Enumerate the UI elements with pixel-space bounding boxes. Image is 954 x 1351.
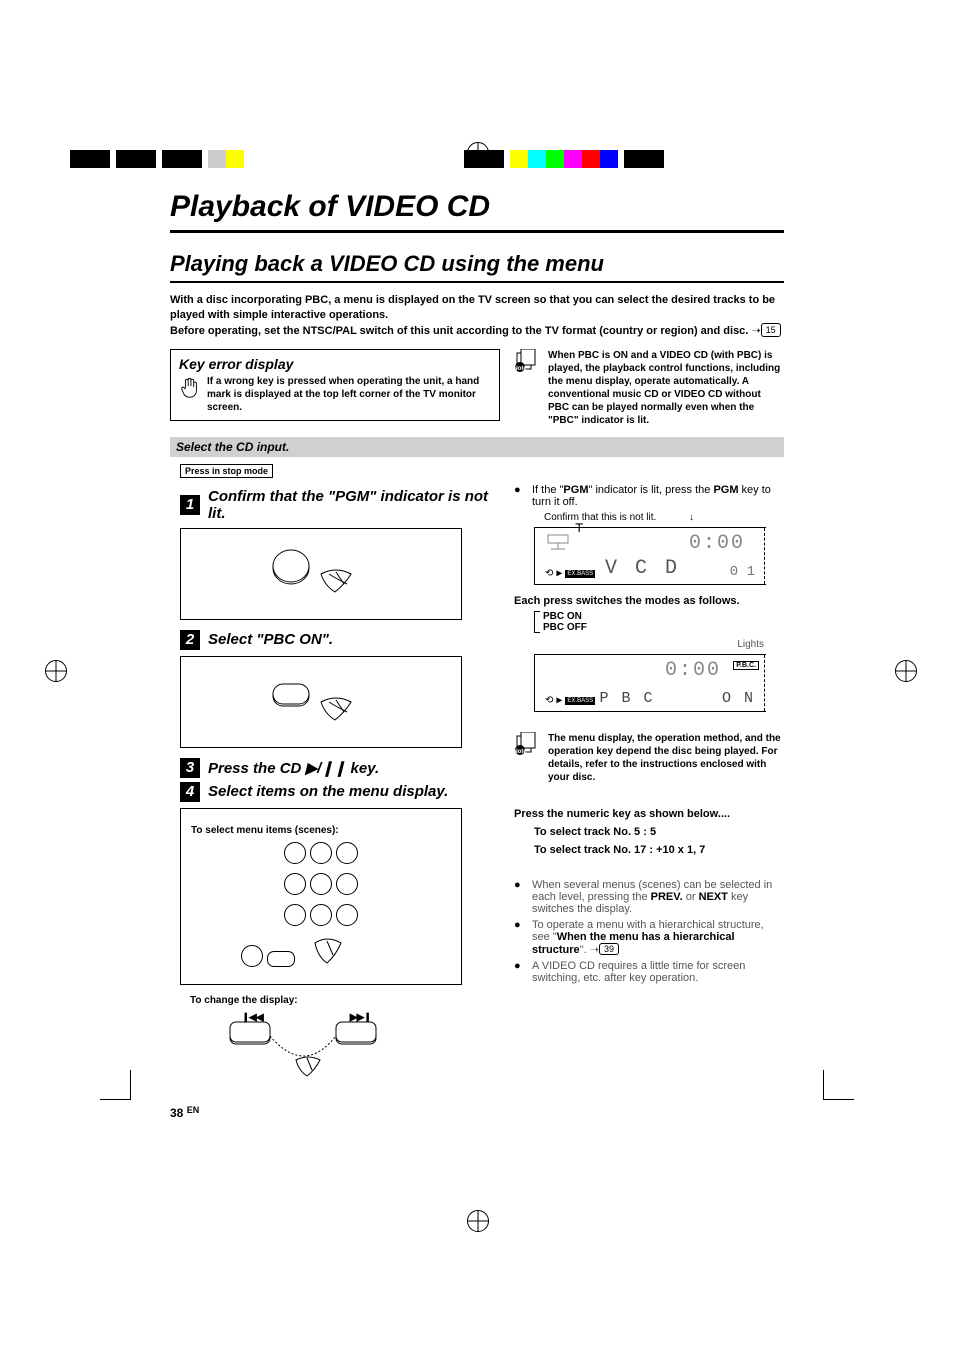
registration-mark-icon [45, 660, 67, 682]
page-title: Playback of VIDEO CD [170, 190, 784, 224]
bottom-bullet-2: ● To operate a menu with a hierarchical … [514, 919, 784, 956]
bottom-bullet-3: ● A VIDEO CD requires a little time for … [514, 960, 784, 984]
lcd1-time: 0:00 [689, 532, 745, 555]
hand-icon [179, 375, 201, 405]
page-number: 38 EN [170, 1105, 500, 1120]
track-select-examples: To select track No. 5 : 5 To select trac… [534, 824, 784, 859]
crop-mark-icon [814, 1060, 854, 1100]
note-icon: Note [514, 732, 540, 761]
each-press-label: Each press switches the modes as follows… [514, 595, 784, 607]
intro-text: With a disc incorporating PBC, a menu is… [170, 293, 784, 339]
lcd1-track: 0 1 [730, 564, 755, 580]
select-menu-items-label: To select menu items (scenes): [191, 825, 451, 836]
key-error-title: Key error display [179, 356, 491, 372]
registration-mark-icon [467, 1210, 489, 1232]
registration-mark-icon [467, 142, 489, 164]
lcd-display-2: P.B.C. 0:00 ⟲▶ EX.BASS P B C O N [534, 654, 766, 712]
change-display-label: To change the display: [190, 995, 500, 1006]
note-menu-display: The menu display, the operation method, … [548, 732, 784, 784]
next-icon: ▶▶❙ [350, 1012, 371, 1023]
step-4-illustration: To select menu items (scenes): [180, 808, 462, 985]
step-1-title: Confirm that the "PGM" indicator is not … [208, 488, 500, 522]
press-stop-mode: Press in stop mode [180, 464, 273, 478]
mode-cycle: PBC ON PBC OFF [534, 611, 784, 633]
key-error-box: Key error display If a wrong key is pres… [170, 349, 500, 421]
step-3-title: Press the CD ▶/❙❙ key. [208, 759, 379, 777]
lcd2-main: P B C [600, 690, 688, 707]
prev-next-illustration: ❙◀◀ ▶▶❙ [210, 1010, 500, 1085]
step-4-number: 4 [180, 782, 200, 802]
key-error-body: If a wrong key is pressed when operating… [207, 375, 491, 414]
step-1-number: 1 [180, 495, 200, 515]
registration-mark-icon [895, 660, 917, 682]
note-pbc-on: When PBC is ON and a VIDEO CD (with PBC)… [548, 349, 784, 427]
page-ref-15: 15 [761, 323, 781, 337]
crop-mark-icon [100, 1060, 140, 1100]
prev-icon: ❙◀◀ [242, 1012, 263, 1023]
svg-text:Note: Note [514, 366, 527, 372]
svg-text:Note: Note [514, 749, 527, 755]
lcd2-time: 0:00 [665, 659, 721, 682]
lcd2-badge: EX.BASS [565, 697, 595, 705]
step-2-number: 2 [180, 630, 200, 650]
lcd2-pbc-badge: P.B.C. [733, 661, 759, 670]
step-1-illustration [180, 528, 462, 620]
step-2-illustration [180, 656, 462, 748]
remote-icon [311, 933, 351, 974]
note-icon: Note [514, 349, 540, 378]
step-2-title: Select "PBC ON". [208, 631, 333, 648]
step-3-number: 3 [180, 758, 200, 778]
lcd1-main: V C D [605, 557, 680, 580]
lcd-display-1: ⊤ 0:00 ⟲▶ EX.BASS V C D 0 1 [534, 527, 766, 585]
lights-label: Lights [737, 639, 764, 650]
bottom-bullet-1: ● When several menus (scenes) can be sel… [514, 879, 784, 915]
step-4-title: Select items on the menu display. [208, 783, 448, 800]
section-title: Playing back a VIDEO CD using the menu [170, 251, 784, 277]
page-ref-39: 39 [599, 943, 619, 955]
select-cd-input: Select the CD input. [170, 437, 784, 457]
press-numeric-label: Press the numeric key as shown below.... [514, 808, 784, 820]
lcd1-badge: EX.BASS [565, 570, 595, 578]
confirm-not-lit-label: Confirm that this is not lit. [544, 512, 656, 523]
pgm-bullet: ● If the "PGM" indicator is lit, press t… [514, 484, 784, 508]
